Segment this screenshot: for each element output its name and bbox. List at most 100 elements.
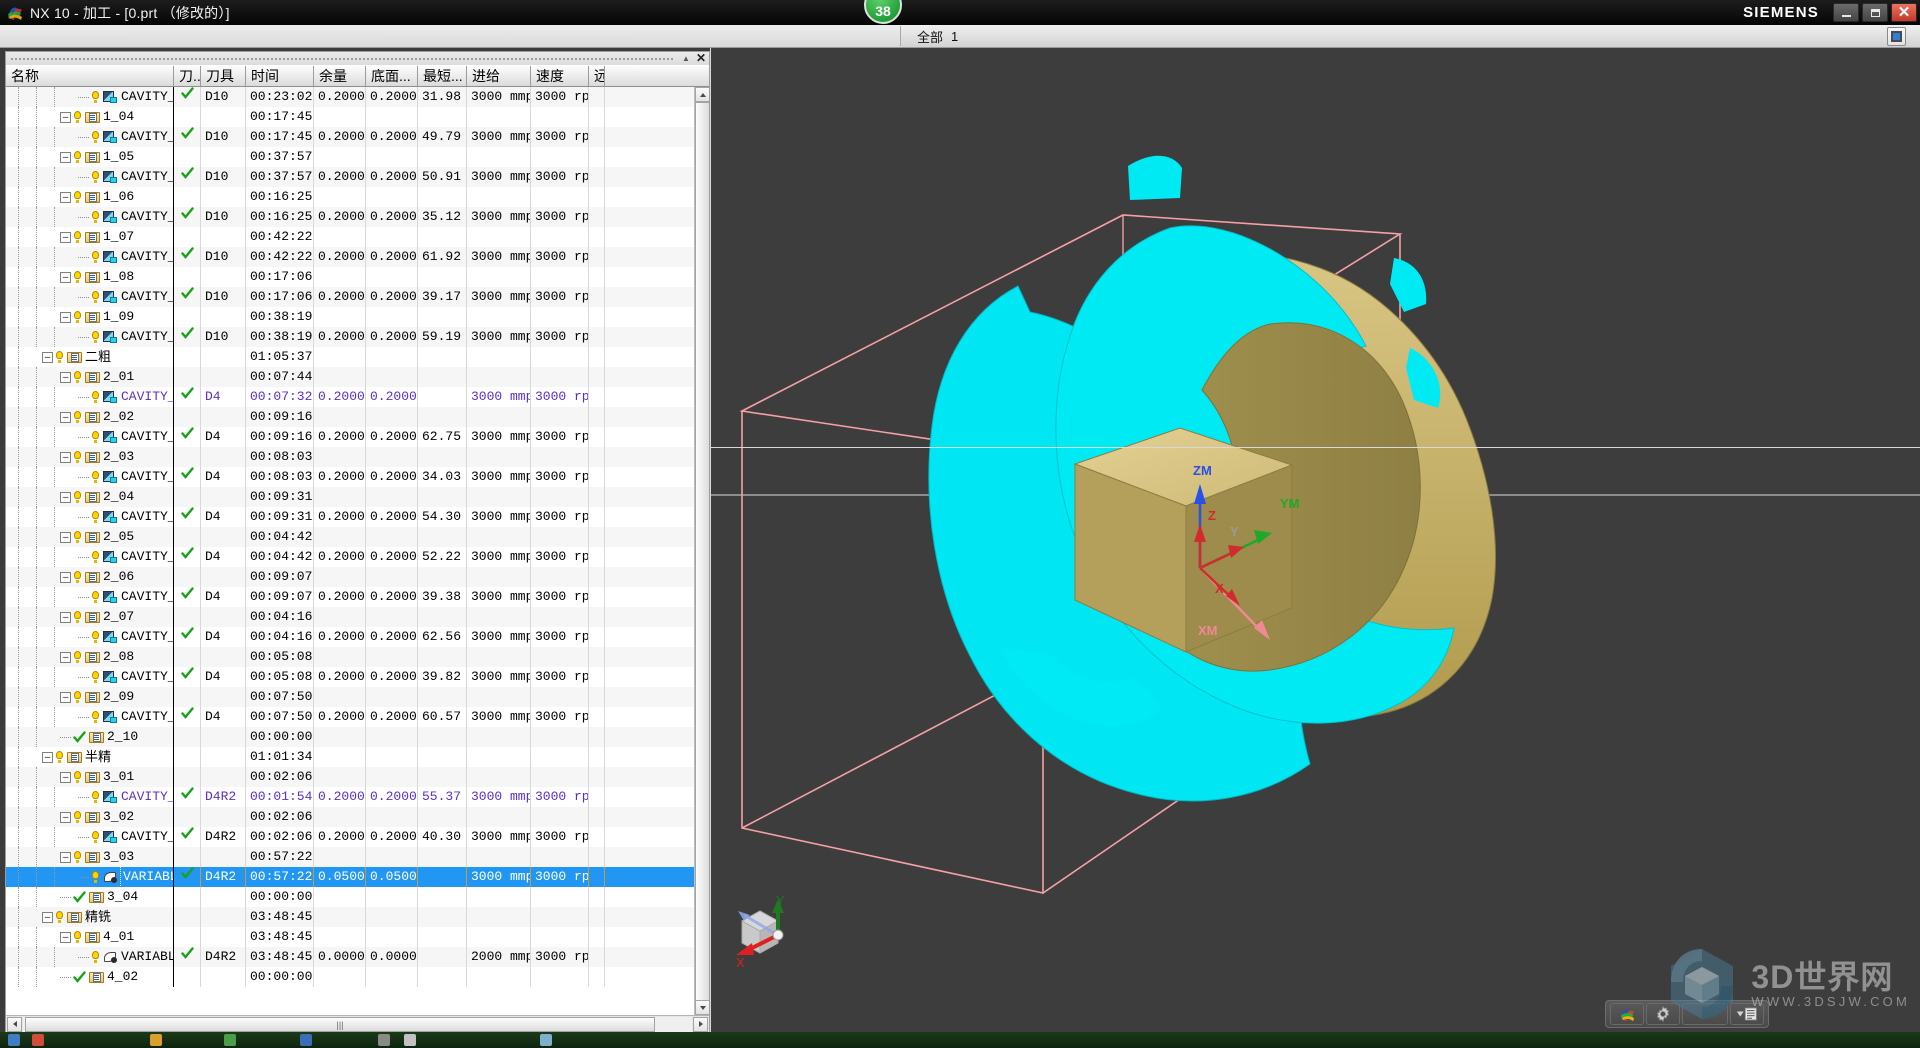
table-row[interactable]: CAVITY_MILL... D10 00:42:22 0.2000 0.2000 61.… — [6, 247, 709, 267]
tree-node-name-cell[interactable]: – 2_08 — [6, 647, 174, 667]
table-row[interactable]: CAVITY_MILL... D4 00:04:16 0.2000 0.2000 62.5… — [6, 627, 709, 647]
tree-node-name-cell[interactable]: CAVITY_MILL... — [6, 167, 174, 187]
notification-badge[interactable]: 38 — [864, 0, 902, 24]
tree-node-name-cell[interactable]: – 2_09 — [6, 687, 174, 707]
table-row[interactable]: – 1_06 00:16:25 — [6, 187, 709, 207]
tree-expander-toggle[interactable]: – — [60, 491, 71, 503]
table-row[interactable]: – 1_05 00:37:57 — [6, 147, 709, 167]
column-header-feed[interactable]: 进给 — [467, 66, 531, 86]
maximize-button[interactable] — [1862, 3, 1888, 22]
taskbar-icon-7[interactable] — [404, 1034, 416, 1046]
table-row[interactable]: CAVITY_MILL... D4R2 00:02:06 0.2000 0.2000 40… — [6, 827, 709, 847]
table-row[interactable]: CAVITY_MILL... D4R2 00:01:54 0.2000 0.2000 55… — [6, 787, 709, 807]
tree-expander-toggle[interactable]: – — [60, 811, 71, 823]
table-row[interactable]: CAVITY_MILL... D10 00:17:45 0.2000 0.2000 49.… — [6, 127, 709, 147]
tree-node-name-cell[interactable]: CAVITY_MILL... — [6, 387, 174, 407]
tree-expander-toggle[interactable]: – — [60, 231, 71, 243]
tree-node-name-cell[interactable]: CAVITY_MILL... — [6, 127, 174, 147]
panel-drag-dots[interactable] — [10, 56, 675, 61]
tree-node-name-cell[interactable]: – 精铣 — [6, 907, 174, 927]
table-row[interactable]: – 2_01 00:07:44 — [6, 367, 709, 387]
scroll-thumb-vertical[interactable] — [695, 102, 709, 1015]
table-row[interactable]: – 4_01 03:48:45 — [6, 927, 709, 947]
table-row[interactable]: – 2_05 00:04:42 — [6, 527, 709, 547]
tree-expander-toggle[interactable]: – — [60, 611, 71, 623]
tree-expander-toggle[interactable]: – — [60, 531, 71, 543]
tree-expander-toggle[interactable]: – — [60, 271, 71, 283]
column-header-min[interactable]: 最短... — [418, 66, 467, 86]
table-row[interactable]: 2_10 00:00:00 — [6, 727, 709, 747]
tree-expander-toggle[interactable]: – — [60, 851, 71, 863]
tree-node-name-cell[interactable]: – 2_02 — [6, 407, 174, 427]
tree-node-name-cell[interactable]: – 3_01 — [6, 767, 174, 787]
os-taskbar[interactable] — [0, 1032, 1920, 1048]
table-row[interactable]: CAVITY_MILL... D4 00:07:50 0.2000 0.2000 60.5… — [6, 707, 709, 727]
table-row[interactable]: – 2_09 00:07:50 — [6, 687, 709, 707]
table-row[interactable]: CAVITY_MILL... D10 00:37:57 0.2000 0.2000 50.… — [6, 167, 709, 187]
tree-node-name-cell[interactable]: – 2_07 — [6, 607, 174, 627]
table-row[interactable]: – 1_09 00:38:19 — [6, 307, 709, 327]
table-row[interactable]: VARIABLE_CO... D4R2 03:48:45 0.0000 0.0000 20… — [6, 947, 709, 967]
tree-node-name-cell[interactable]: CAVITY_MILL... — [6, 827, 174, 847]
tree-node-name-cell[interactable]: CAVITY_MILL... — [6, 427, 174, 447]
table-row[interactable]: CAVITY_MILL... D10 00:38:19 0.2000 0.2000 59.… — [6, 327, 709, 347]
navigation-cube[interactable]: X Y — [722, 893, 802, 973]
scroll-thumb-horizontal[interactable]: ||| — [25, 1016, 655, 1032]
minimize-button[interactable] — [1833, 3, 1859, 22]
taskbar-icon-4[interactable] — [224, 1034, 236, 1046]
table-row[interactable]: – 2_03 00:08:03 — [6, 447, 709, 467]
hscroll-track[interactable]: ||| — [23, 1016, 692, 1032]
table-row[interactable]: VARIABLE_CO... D4R2 00:57:22 0.0500 0.0500 30… — [6, 867, 709, 887]
scroll-right-button[interactable] — [693, 1016, 708, 1032]
tree-node-name-cell[interactable]: CAVITY_MILL... — [6, 707, 174, 727]
tree-node-name-cell[interactable]: CAVITY_MILL_2 — [6, 87, 174, 107]
tree-node-name-cell[interactable]: CAVITY_MILL... — [6, 247, 174, 267]
taskbar-icon-3[interactable] — [150, 1034, 162, 1046]
tree-node-name-cell[interactable]: CAVITY_MILL... — [6, 327, 174, 347]
tree-node-name-cell[interactable]: 3_04 — [6, 887, 174, 907]
table-row[interactable]: – 精铣 03:48:45 — [6, 907, 709, 927]
table-row[interactable]: CAVITY_MILL... D4 00:09:07 0.2000 0.2000 39.3… — [6, 587, 709, 607]
view-toggle-icon[interactable] — [1887, 27, 1906, 46]
tree-expander-toggle[interactable]: – — [60, 571, 71, 583]
table-row[interactable]: CAVITY_MILL... D10 00:16:25 0.2000 0.2000 35.… — [6, 207, 709, 227]
tree-expander-toggle[interactable]: – — [60, 411, 71, 423]
tree-node-name-cell[interactable]: – 2_04 — [6, 487, 174, 507]
taskbar-icon-5[interactable] — [300, 1034, 312, 1046]
tree-expander-toggle[interactable]: – — [60, 451, 71, 463]
tree-node-name-cell[interactable]: CAVITY_MILL... — [6, 467, 174, 487]
table-row[interactable]: – 3_02 00:02:06 — [6, 807, 709, 827]
tree-expander-toggle[interactable]: – — [60, 651, 71, 663]
table-row[interactable]: – 2_06 00:09:07 — [6, 567, 709, 587]
table-row[interactable]: 4_02 00:00:00 — [6, 967, 709, 987]
tree-expander-toggle[interactable]: – — [42, 351, 53, 363]
tree-expander-toggle[interactable]: – — [42, 751, 53, 763]
column-header-tool[interactable]: 刀具 — [201, 66, 246, 86]
tree-node-name-cell[interactable]: – 1_07 — [6, 227, 174, 247]
tree-node-name-cell[interactable]: 2_10 — [6, 727, 174, 747]
scroll-left-button[interactable] — [7, 1016, 22, 1032]
table-row[interactable]: CAVITY_MILL... D4 00:04:42 0.2000 0.2000 52.2… — [6, 547, 709, 567]
tree-node-name-cell[interactable]: – 3_02 — [6, 807, 174, 827]
taskbar-icon-6[interactable] — [378, 1034, 390, 1046]
tree-node-name-cell[interactable]: – 二粗 — [6, 347, 174, 367]
tree-node-name-cell[interactable]: 4_02 — [6, 967, 174, 987]
column-header-speed[interactable]: 速度 — [531, 66, 589, 86]
table-row[interactable]: CAVITY_MILL_2 D10 00:23:02 0.2000 0.2000 31.9… — [6, 87, 709, 107]
table-row[interactable]: – 2_02 00:09:16 — [6, 407, 709, 427]
tree-expander-toggle[interactable]: – — [60, 311, 71, 323]
column-header-check[interactable]: 刀.. — [174, 66, 201, 86]
taskbar-icon-2[interactable] — [32, 1034, 44, 1046]
table-row[interactable]: – 3_01 00:02:06 — [6, 767, 709, 787]
graphics-viewport[interactable]: ZM YM XM Z Y X X Y 3D世界网 WWW.3DSJW.COM — [710, 48, 1920, 1033]
column-header-floor[interactable]: 底面... — [366, 66, 418, 86]
tree-node-name-cell[interactable]: CAVITY_MILL... — [6, 507, 174, 527]
table-row[interactable]: CAVITY_MILL... D4 00:05:08 0.2000 0.2000 39.8… — [6, 667, 709, 687]
table-row[interactable]: CAVITY_MILL... D4 00:09:16 0.2000 0.2000 62.7… — [6, 427, 709, 447]
table-row[interactable]: – 1_07 00:42:22 — [6, 227, 709, 247]
tree-node-name-cell[interactable]: CAVITY_MILL... — [6, 207, 174, 227]
tree-vertical-scrollbar[interactable] — [694, 87, 709, 1015]
tree-node-name-cell[interactable]: – 1_05 — [6, 147, 174, 167]
taskbar-icon-1[interactable] — [8, 1034, 20, 1046]
table-row[interactable]: CAVITY_MILL... D4 00:09:31 0.2000 0.2000 54.3… — [6, 507, 709, 527]
